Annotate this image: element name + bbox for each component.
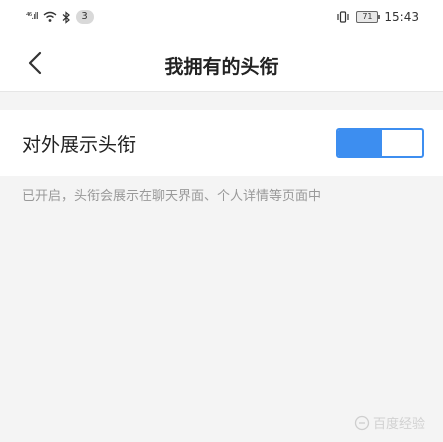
status-time: 15:43 [384, 10, 419, 24]
status-right: 71 15:43 [336, 10, 419, 24]
show-title-setting-row: 对外展示头衔 [0, 110, 443, 176]
status-left: ⁴⁶.ıll 3 [26, 10, 94, 24]
status-bar: ⁴⁶.ıll 3 71 15:43 [0, 0, 443, 36]
battery-icon: 71 [356, 11, 381, 23]
nav-bar: 我拥有的头衔 [0, 36, 443, 92]
notification-badge: 3 [75, 10, 94, 24]
page-title: 我拥有的头衔 [164, 56, 279, 78]
setting-hint: 已开启，头衔会展示在聊天界面、个人详情等页面中 [22, 189, 322, 204]
watermark-logo-icon [354, 415, 370, 430]
toggle-on-segment [338, 130, 382, 156]
signal-icon: ⁴⁶.ıll [26, 12, 39, 22]
watermark-text: 百度经验 [372, 417, 425, 432]
wifi-icon [43, 11, 57, 22]
setting-label: 对外展示头衔 [22, 134, 137, 156]
watermark: 百度经验 [354, 413, 425, 432]
show-title-toggle[interactable] [336, 128, 424, 158]
bluetooth-icon [62, 10, 70, 24]
vibrate-icon [337, 11, 350, 23]
